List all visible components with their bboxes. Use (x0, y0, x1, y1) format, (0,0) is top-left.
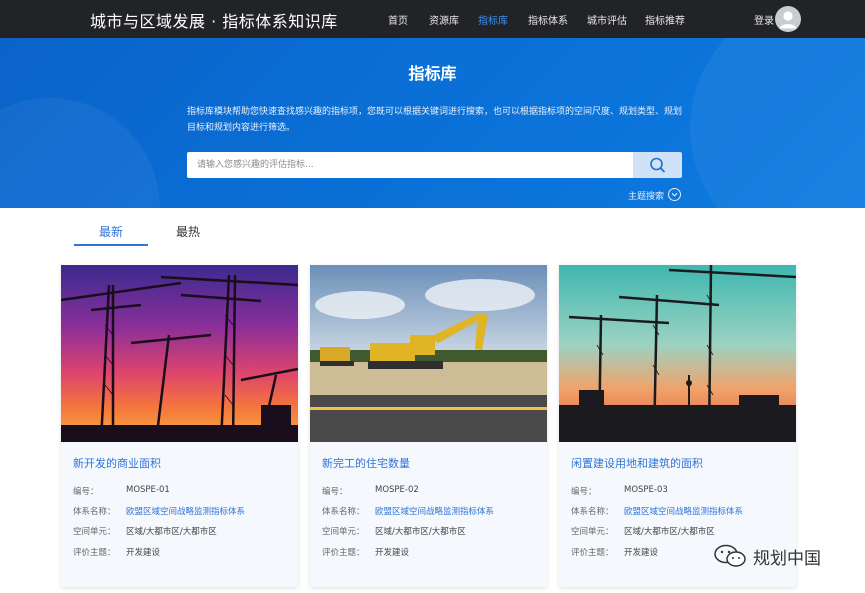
indicator-card[interactable]: 新完工的住宅数量 编号： MOSPE-02 体系名称： 欧盟区域空间战略监测指标… (310, 265, 547, 587)
nav-item-indicator-systems[interactable]: 指标体系 (528, 12, 568, 27)
card-image-city-cranes (559, 265, 796, 442)
indicator-search-input[interactable] (187, 152, 633, 178)
field-value: 区域/大都市区/大都市区 (126, 527, 217, 537)
login-link[interactable]: 登录 (754, 12, 774, 27)
system-link[interactable]: 欧盟区域空间战略监测指标体系 (624, 505, 743, 517)
active-tab-indicator (74, 244, 148, 246)
field-label: 体系名称： (322, 507, 365, 517)
page-description: 指标库模块帮助您快速查找感兴趣的指标项，您既可以根据关键词进行搜索，也可以根据指… (187, 107, 683, 133)
field-value: 开发建设 (375, 548, 410, 558)
wechat-icon (714, 544, 746, 567)
indicator-card[interactable]: 新开发的商业面积 编号： MOSPE-01 体系名称： 欧盟区域空间战略监测指标… (61, 265, 298, 587)
field-label: 体系名称： (571, 507, 614, 517)
tab-newest[interactable]: 最新 (99, 223, 123, 240)
field-value: MOSPE-02 (375, 485, 419, 495)
search-button[interactable] (633, 152, 682, 178)
card-title[interactable]: 新开发的商业面积 (73, 455, 161, 471)
top-navbar: 城市与区域发展 · 指标体系知识库 首页 资源库 指标库 指标体系 城市评估 指… (0, 0, 865, 38)
field-value: 开发建设 (624, 548, 659, 558)
field-label: 空间单元： (73, 527, 116, 537)
field-label: 评价主题： (322, 548, 365, 558)
hero-banner: 指标库 指标库模块帮助您快速查找感兴趣的指标项，您既可以根据关键词进行搜索，也可… (0, 38, 865, 208)
nav-item-home[interactable]: 首页 (388, 12, 408, 27)
card-title[interactable]: 闲置建设用地和建筑的面积 (571, 455, 703, 471)
field-label: 空间单元： (322, 527, 365, 537)
field-label: 编号： (571, 487, 597, 497)
field-label: 编号： (73, 487, 99, 497)
field-value: MOSPE-01 (126, 485, 170, 495)
field-label: 编号： (322, 487, 348, 497)
indicator-card[interactable]: 闲置建设用地和建筑的面积 编号： MOSPE-03 体系名称： 欧盟区域空间战略… (559, 265, 796, 587)
field-value: 区域/大都市区/大都市区 (624, 527, 715, 537)
topic-search-link[interactable]: 主题搜索 (628, 189, 664, 202)
card-title[interactable]: 新完工的住宅数量 (322, 455, 410, 471)
field-label: 评价主题： (73, 548, 116, 558)
tab-hottest[interactable]: 最热 (176, 223, 200, 240)
hero-decoration-circle (0, 98, 160, 208)
field-value: MOSPE-03 (624, 485, 668, 495)
nav-item-recommendation[interactable]: 指标推荐 (645, 12, 685, 27)
system-link[interactable]: 欧盟区域空间战略监测指标体系 (126, 505, 245, 517)
system-link[interactable]: 欧盟区域空间战略监测指标体系 (375, 505, 494, 517)
nav-item-resources[interactable]: 资源库 (429, 12, 459, 27)
site-title[interactable]: 城市与区域发展 · 指标体系知识库 (90, 8, 338, 32)
page-title: 指标库 (408, 64, 457, 83)
user-avatar-icon[interactable] (775, 6, 801, 32)
nav-item-city-evaluation[interactable]: 城市评估 (587, 12, 627, 27)
field-value: 区域/大都市区/大都市区 (375, 527, 466, 537)
field-label: 空间单元： (571, 527, 614, 537)
field-label: 评价主题： (571, 548, 614, 558)
field-value: 开发建设 (126, 548, 161, 558)
search-icon (650, 157, 665, 173)
chevron-down-circle-icon[interactable] (668, 188, 681, 201)
field-label: 体系名称： (73, 507, 116, 517)
card-image-cranes-sunset (61, 265, 298, 442)
card-image-excavator (310, 265, 547, 442)
nav-item-indicators[interactable]: 指标库 (478, 12, 508, 27)
watermark-text: 规划中国 (753, 549, 821, 569)
